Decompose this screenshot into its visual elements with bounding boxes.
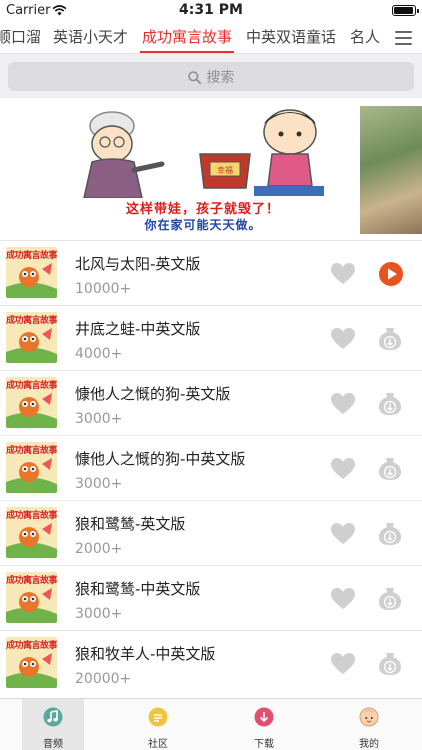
item-title: 井底之蛙-中英文版	[75, 320, 201, 338]
item-play-count: 2000+	[75, 541, 123, 557]
download-bag-icon[interactable]	[378, 521, 402, 551]
item-play-count: 3000+	[75, 606, 123, 622]
play-icon[interactable]	[378, 261, 404, 291]
heart-icon[interactable]	[330, 651, 356, 681]
heart-icon[interactable]	[330, 391, 356, 421]
banner-caption: 这样带娃，孩子就毁了！	[125, 202, 280, 217]
tab-community[interactable]: 社区	[127, 699, 189, 750]
active-tab-indicator	[140, 51, 234, 53]
thumbnail: 成功寓言故事	[6, 377, 57, 428]
tab-download[interactable]: 下载	[233, 699, 295, 750]
item-title: 慷他人之慨的狗-中英文版	[75, 450, 246, 468]
heart-icon[interactable]	[330, 586, 356, 616]
item-play-count: 4000+	[75, 346, 123, 362]
thumbnail-text: 成功寓言故事	[6, 446, 57, 456]
tab-audio-label: 音频	[43, 739, 63, 750]
heart-icon[interactable]	[330, 326, 356, 356]
banner-illustration: 幸福	[83, 109, 324, 199]
item-play-count: 3000+	[75, 411, 123, 427]
category-tabs: 顺口溜 英语小天才 成功寓言故事 中英双语童话 名人	[0, 22, 422, 54]
item-title: 狼和牧羊人-中英文版	[75, 645, 216, 663]
banner-carousel[interactable]: 幸福 这样带娃，孩子就毁了！ 你在家可能天天做。	[0, 98, 422, 240]
heart-icon[interactable]	[330, 521, 356, 551]
download-bag-icon[interactable]	[378, 391, 402, 421]
tab-english-genius[interactable]: 英语小天才	[53, 26, 128, 47]
download-bag-icon[interactable]	[378, 651, 402, 681]
banner-subcaption: 你在家可能天天做。	[144, 218, 262, 232]
download-icon	[254, 707, 274, 731]
status-bar: Carrier 4:31 PM	[0, 0, 422, 22]
list-item[interactable]: 成功寓言故事 井底之蛙-中英文版 4000+	[0, 305, 422, 370]
search-icon	[187, 71, 201, 85]
tab-shunkouliu[interactable]: 顺口溜	[0, 26, 41, 47]
tab-success-fables[interactable]: 成功寓言故事	[142, 26, 232, 47]
menu-icon[interactable]	[386, 22, 422, 53]
item-title: 狼和鹭鸶-英文版	[75, 515, 186, 533]
thumbnail-text: 成功寓言故事	[6, 576, 57, 586]
download-bag-icon[interactable]	[378, 326, 402, 356]
tab-celebrities[interactable]: 名人	[350, 26, 380, 47]
search-bar: 搜索	[0, 55, 422, 98]
download-bag-icon[interactable]	[378, 456, 402, 486]
thumbnail: 成功寓言故事	[6, 507, 57, 558]
audio-list: 成功寓言故事 北风与太阳-英文版 10000+ 成功寓言故事 井底之蛙-中英文版 4000…	[0, 240, 422, 698]
thumbnail-text: 成功寓言故事	[6, 641, 57, 651]
search-placeholder: 搜索	[206, 70, 235, 86]
thumbnail: 成功寓言故事	[6, 442, 57, 493]
thumbnail: 成功寓言故事	[6, 247, 57, 298]
thumbnail-text: 成功寓言故事	[6, 511, 57, 521]
baby-face-icon	[359, 707, 379, 731]
list-item[interactable]: 成功寓言故事 慷他人之慨的狗-英文版 3000+	[0, 370, 422, 435]
tab-download-label: 下载	[254, 739, 274, 750]
tab-audio[interactable]: 音频	[22, 699, 84, 750]
thumbnail: 成功寓言故事	[6, 572, 57, 623]
thumbnail: 成功寓言故事	[6, 637, 57, 688]
item-play-count: 20000+	[75, 671, 132, 687]
clock: 4:31 PM	[179, 2, 243, 18]
tab-mine-label: 我的	[359, 739, 379, 750]
banner-slide-next[interactable]	[360, 106, 422, 234]
item-title: 北风与太阳-英文版	[75, 255, 201, 273]
chat-bubble-icon	[148, 707, 168, 731]
thumbnail: 成功寓言故事	[6, 312, 57, 363]
bottom-tab-bar: 音频 社区 下载 我的	[0, 698, 422, 750]
music-note-icon	[43, 707, 63, 731]
item-title: 狼和鹭鸶-中英文版	[75, 580, 201, 598]
thumbnail-text: 成功寓言故事	[6, 251, 57, 261]
pot-label: 幸福	[217, 166, 233, 175]
search-input[interactable]: 搜索	[8, 62, 414, 91]
tab-community-label: 社区	[148, 739, 168, 750]
heart-icon[interactable]	[330, 261, 356, 291]
list-item[interactable]: 成功寓言故事 狼和牧羊人-中英文版 20000+	[0, 630, 422, 695]
list-item[interactable]: 成功寓言故事 慷他人之慨的狗-中英文版 3000+	[0, 435, 422, 500]
tab-bilingual-fairy-tales[interactable]: 中英双语童话	[246, 26, 336, 47]
item-title: 慷他人之慨的狗-英文版	[75, 385, 231, 403]
download-bag-icon[interactable]	[378, 586, 402, 616]
list-item[interactable]: 成功寓言故事 狼和鹭鸶-英文版 2000+	[0, 500, 422, 565]
thumbnail-text: 成功寓言故事	[6, 316, 57, 326]
item-play-count: 10000+	[75, 281, 132, 297]
list-item[interactable]: 成功寓言故事 狼和鹭鸶-中英文版 3000+	[0, 565, 422, 630]
list-item[interactable]: 成功寓言故事 北风与太阳-英文版 10000+	[0, 240, 422, 305]
thumbnail-text: 成功寓言故事	[6, 381, 57, 391]
battery-icon	[392, 5, 419, 16]
item-play-count: 3000+	[75, 476, 123, 492]
tab-mine[interactable]: 我的	[338, 699, 400, 750]
heart-icon[interactable]	[330, 456, 356, 486]
banner-slide[interactable]: 幸福 这样带娃，孩子就毁了！ 你在家可能天天做。	[50, 106, 356, 234]
